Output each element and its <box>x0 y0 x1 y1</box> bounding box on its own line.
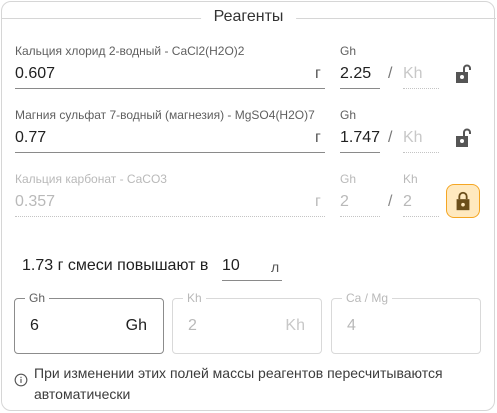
kh-input[interactable]: Kh <box>403 65 423 83</box>
reagent-name: Кальция карбонат - CaCO3 <box>15 172 167 186</box>
reagent-row-2: Магния сульфат 7-водный (магнезия) - MgS… <box>0 108 497 168</box>
info-icon <box>14 373 28 387</box>
lock-open-icon[interactable] <box>450 62 474 86</box>
kh-underline <box>403 216 439 217</box>
mass-underline <box>15 152 325 153</box>
separator: / <box>388 129 393 146</box>
lock-closed-icon <box>456 191 470 211</box>
target-gh-field[interactable]: Gh 6 Gh <box>14 291 164 354</box>
reagent-mass-input[interactable]: 0.607 <box>15 65 55 83</box>
volume-underline <box>222 280 282 281</box>
gh-input[interactable]: 2.25 <box>340 65 371 83</box>
mix-description: 1.73 г смеси повышают в <box>22 257 209 274</box>
volume-unit: л <box>271 259 280 275</box>
reagent-name: Кальция хлорид 2-водный - CaCl2(H2O)2 <box>15 44 245 58</box>
target-gh-value: 6 <box>30 317 39 334</box>
mass-unit: г <box>315 129 321 146</box>
target-ca-mg-field[interactable]: Ca / Mg 4 <box>331 291 481 354</box>
reagent-row-1: Кальция хлорид 2-водный - CaCl2(H2O)2 0.… <box>0 44 497 104</box>
mass-underline <box>15 216 325 217</box>
mass-unit: г <box>315 65 321 82</box>
section-title: Реагенты <box>200 8 297 26</box>
kh-label: Kh <box>403 172 418 186</box>
reagent-mass-input[interactable]: 0.77 <box>15 129 46 147</box>
lock-open-icon[interactable] <box>450 126 474 150</box>
separator: / <box>388 65 393 82</box>
reagent-row-3: Кальция карбонат - CaCO3 0.357 г Gh 2 / … <box>0 172 497 232</box>
target-kh-value: 2 <box>188 317 197 334</box>
volume-input[interactable]: 10 <box>222 257 240 275</box>
gh-input: 2 <box>340 193 349 210</box>
reagent-name: Магния сульфат 7-водный (магнезия) - MgS… <box>15 108 315 122</box>
kh-underline <box>403 88 439 89</box>
gh-underline <box>340 88 380 89</box>
mass-underline <box>15 88 325 89</box>
gh-label: Gh <box>340 172 357 186</box>
target-gh-unit: Gh <box>125 317 147 334</box>
target-ca-mg-label: Ca / Mg <box>342 291 393 305</box>
target-gh-label: Gh <box>25 291 50 305</box>
target-kh-unit: Kh <box>285 317 305 334</box>
kh-underline <box>403 152 439 153</box>
info-text: При изменении этих полей массы реагентов… <box>34 365 443 402</box>
separator: / <box>388 193 393 210</box>
gh-underline <box>340 152 380 153</box>
reagent-mass-input: 0.357 <box>15 193 56 210</box>
target-ca-mg-value: 4 <box>347 317 356 334</box>
kh-input: 2 <box>403 193 412 210</box>
lock-toggle-button[interactable] <box>446 184 480 218</box>
target-kh-label: Kh <box>183 291 206 305</box>
kh-input[interactable]: Kh <box>403 129 423 147</box>
target-kh-field[interactable]: Kh 2 Kh <box>172 291 322 354</box>
gh-underline <box>340 216 380 217</box>
gh-input[interactable]: 1.747 <box>340 129 380 147</box>
mass-unit: г <box>315 193 321 210</box>
gh-label: Gh <box>340 108 357 122</box>
gh-label: Gh <box>340 44 357 58</box>
